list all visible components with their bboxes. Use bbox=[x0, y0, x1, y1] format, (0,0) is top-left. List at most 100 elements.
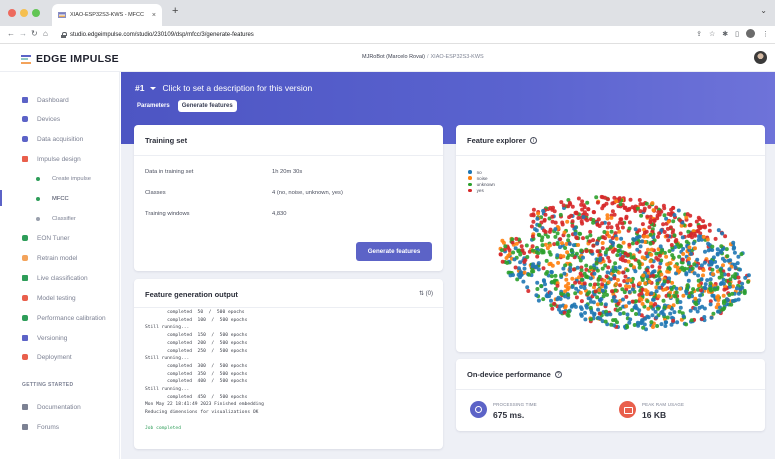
scatter-point-unknown[interactable] bbox=[718, 267, 723, 272]
scatter-point-no[interactable] bbox=[579, 313, 584, 318]
scatter-point-noise[interactable] bbox=[663, 287, 668, 292]
scatter-point-no[interactable] bbox=[518, 260, 523, 265]
scatter-point-no[interactable] bbox=[672, 213, 677, 217]
scatter-point-yes[interactable] bbox=[645, 268, 650, 273]
scatter-point-yes[interactable] bbox=[543, 229, 548, 234]
scatter-point-no[interactable] bbox=[592, 311, 597, 316]
scatter-point-no[interactable] bbox=[658, 244, 663, 249]
output-log[interactable]: completed 50 / 500 epochs completed 100 … bbox=[145, 309, 435, 443]
scatter-point-no[interactable] bbox=[659, 322, 664, 327]
scatter-point-unknown[interactable] bbox=[588, 282, 593, 287]
scatter-point-unknown[interactable] bbox=[540, 243, 545, 248]
scatter-point-yes[interactable] bbox=[620, 225, 625, 230]
scatter-point-noise[interactable] bbox=[696, 283, 701, 288]
scatter-point-unknown[interactable] bbox=[585, 200, 590, 205]
scatter-point-noise[interactable] bbox=[701, 234, 706, 239]
forward-arrow-icon[interactable]: → bbox=[19, 29, 27, 38]
scatter-point-no[interactable] bbox=[603, 302, 608, 307]
scatter-point-no[interactable] bbox=[657, 285, 662, 290]
minimize-window-button[interactable] bbox=[20, 9, 28, 17]
scatter-point-no[interactable] bbox=[715, 264, 720, 269]
scatter-point-no[interactable] bbox=[574, 286, 579, 291]
scatter-point-yes[interactable] bbox=[723, 234, 728, 239]
scatter-point-unknown[interactable] bbox=[693, 301, 698, 305]
scatter-point-unknown[interactable] bbox=[724, 247, 729, 252]
scatter-point-unknown[interactable] bbox=[518, 252, 523, 257]
scatter-point-no[interactable] bbox=[568, 266, 573, 270]
scatter-point-no[interactable] bbox=[710, 248, 715, 252]
scatter-point-yes[interactable] bbox=[615, 226, 620, 231]
scatter-point-yes[interactable] bbox=[707, 222, 712, 227]
tab-search-icon[interactable]: ⌄ bbox=[760, 6, 767, 15]
maximize-window-button[interactable] bbox=[32, 9, 40, 17]
scatter-point-unknown[interactable] bbox=[539, 238, 544, 243]
scatter-point-no[interactable] bbox=[583, 317, 588, 322]
sidebar-subitem-classifier[interactable]: Classifier bbox=[36, 213, 76, 225]
scatter-point-yes[interactable] bbox=[529, 224, 534, 229]
scatter-point-yes[interactable] bbox=[582, 210, 587, 215]
scatter-point-no[interactable] bbox=[708, 302, 713, 307]
scatter-point-no[interactable] bbox=[689, 251, 693, 256]
scatter-point-no[interactable] bbox=[720, 231, 725, 236]
scatter-point-no[interactable] bbox=[598, 256, 603, 261]
scatter-point-yes[interactable] bbox=[680, 257, 685, 262]
scatter-point-yes[interactable] bbox=[526, 289, 531, 293]
tab-parameters[interactable]: Parameters bbox=[133, 100, 174, 112]
scatter-point-unknown[interactable] bbox=[579, 248, 584, 253]
scatter-point-no[interactable] bbox=[736, 291, 741, 296]
scatter-point-no[interactable] bbox=[583, 310, 587, 315]
scatter-point-unknown[interactable] bbox=[511, 250, 516, 255]
scatter-point-unknown[interactable] bbox=[712, 287, 717, 292]
user-avatar[interactable] bbox=[754, 51, 767, 64]
scatter-point-no[interactable] bbox=[567, 242, 572, 246]
scatter-point-no[interactable] bbox=[663, 320, 668, 325]
scatter-point-unknown[interactable] bbox=[669, 287, 674, 292]
scatter-point-unknown[interactable] bbox=[672, 233, 677, 238]
scatter-point-yes[interactable] bbox=[500, 259, 505, 264]
scatter-point-no[interactable] bbox=[632, 305, 637, 310]
scatter-point-yes[interactable] bbox=[627, 206, 632, 211]
scatter-point-noise[interactable] bbox=[646, 247, 650, 252]
scatter-point-no[interactable] bbox=[732, 250, 737, 255]
scatter-point-no[interactable] bbox=[521, 279, 526, 284]
scatter-point-yes[interactable] bbox=[548, 206, 553, 210]
scatter-point-no[interactable] bbox=[696, 273, 701, 278]
scatter-point-no[interactable] bbox=[681, 314, 686, 319]
scatter-point-unknown[interactable] bbox=[720, 307, 725, 312]
scatter-point-no[interactable] bbox=[706, 248, 711, 253]
scatter-point-noise[interactable] bbox=[624, 304, 629, 309]
scatter-point-no[interactable] bbox=[549, 298, 553, 303]
scatter-point-no[interactable] bbox=[678, 300, 683, 304]
scatter-point-unknown[interactable] bbox=[505, 260, 510, 265]
scatter-point-unknown[interactable] bbox=[613, 261, 618, 266]
sidebar-item-data-acquisition[interactable]: Data acquisition bbox=[22, 133, 83, 145]
scatter-point-yes[interactable] bbox=[571, 267, 576, 272]
scatter-point-no[interactable] bbox=[627, 290, 632, 294]
scatter-point-yes[interactable] bbox=[692, 231, 697, 236]
scatter-point-noise[interactable] bbox=[693, 246, 697, 251]
scatter-point-noise[interactable] bbox=[522, 270, 527, 275]
scatter-point-no[interactable] bbox=[650, 313, 655, 318]
scatter-point-unknown[interactable] bbox=[579, 277, 584, 282]
scatter-point-noise[interactable] bbox=[627, 284, 632, 289]
scatter-point-yes[interactable] bbox=[623, 274, 628, 279]
scatter-point-unknown[interactable] bbox=[649, 320, 654, 325]
scatter-point-unknown[interactable] bbox=[644, 201, 649, 206]
scatter-point-unknown[interactable] bbox=[625, 325, 630, 330]
scatter-point-unknown[interactable] bbox=[558, 212, 563, 217]
scatter-point-noise[interactable] bbox=[681, 252, 686, 256]
scatter-point-unknown[interactable] bbox=[588, 305, 593, 310]
scatter-point-no[interactable] bbox=[547, 294, 552, 299]
url-text[interactable]: studio.edgeimpulse.com/studio/230109/dsp… bbox=[70, 32, 254, 38]
new-tab-icon[interactable]: + bbox=[172, 5, 178, 17]
scatter-point-unknown[interactable] bbox=[600, 266, 605, 271]
scatter-point-yes[interactable] bbox=[600, 221, 605, 226]
sidebar-item-versioning[interactable]: Versioning bbox=[22, 332, 67, 344]
scatter-point-no[interactable] bbox=[703, 249, 707, 254]
scatter-point-yes[interactable] bbox=[661, 222, 666, 227]
scatter-point-no[interactable] bbox=[738, 267, 742, 272]
sidebar-item-forums[interactable]: Forums bbox=[22, 421, 59, 433]
scatter-point-no[interactable] bbox=[733, 265, 738, 270]
scatter-point-yes[interactable] bbox=[612, 212, 617, 217]
scatter-point-noise[interactable] bbox=[705, 237, 710, 242]
